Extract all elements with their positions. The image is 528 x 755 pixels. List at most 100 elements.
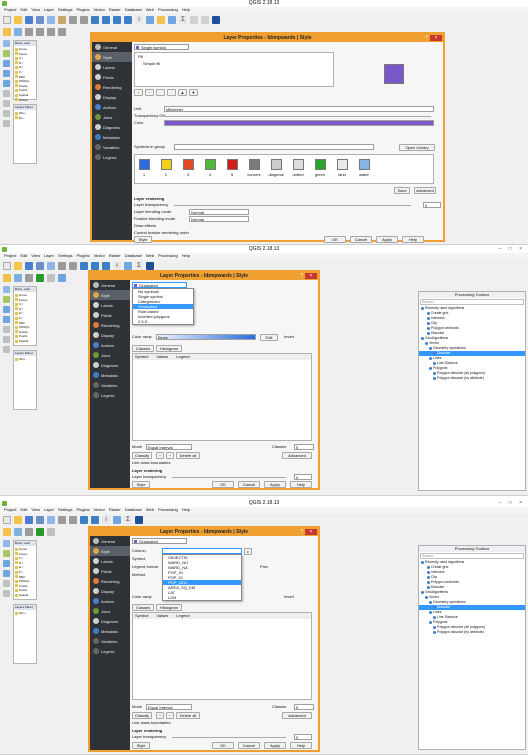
feature-blending-select[interactable]: Normal [189,216,249,222]
nav-diagrams[interactable]: Diagrams [90,616,130,626]
digitize-icon[interactable] [36,273,44,282]
menu-web[interactable]: Web [146,507,154,513]
help-button[interactable]: Help [290,481,312,488]
add-wcs-layer-icon[interactable] [2,100,10,107]
python-console-icon[interactable] [58,273,66,282]
menu-web[interactable]: Web [146,7,154,13]
nav-actions[interactable]: Actions [90,596,130,606]
nav-style[interactable]: Style [90,546,130,556]
draw-effects-checkbox[interactable]: Draw effects [134,223,441,229]
layer-blending-select[interactable]: Normal [189,209,249,215]
col-legend[interactable]: Legend [176,354,189,360]
menu-processing[interactable]: Processing [158,7,178,13]
apply-button[interactable]: Apply [264,742,286,749]
nav-rendering[interactable]: Rendering [90,320,130,330]
menu-layer[interactable]: Layer [44,7,54,13]
menu-settings[interactable]: Settings [58,253,72,259]
add-feature-icon[interactable] [25,273,33,282]
layer-item-second[interactable]: lbs... [15,116,35,121]
cancel-button[interactable]: Cancel [238,742,260,749]
nav-display[interactable]: Display [92,92,132,102]
menu-processing[interactable]: Processing [158,253,178,259]
zoom-layer-icon[interactable] [102,15,110,24]
tab-histogram[interactable]: Histogram [156,604,182,611]
menu-settings[interactable]: Settings [58,7,72,13]
sum-icon[interactable]: Σ [135,261,143,270]
nav-actions[interactable]: Actions [92,102,132,112]
renderer-select[interactable]: Graduated [132,538,187,544]
add-vector-layer-icon[interactable] [2,40,10,47]
add-raster-layer-icon[interactable] [2,296,10,303]
menu-database[interactable]: Database [125,507,142,513]
zoom-full-icon[interactable] [80,261,88,270]
browser-item-arcgis-feature[interactable]: ArcGe [15,98,35,103]
save-edits-icon[interactable] [14,527,22,536]
deselect-icon[interactable] [157,15,165,24]
expression-button[interactable]: ε [244,548,252,555]
zoom-out-icon[interactable] [69,515,77,524]
tab-histogram[interactable]: Histogram [156,345,182,352]
zoom-in-icon[interactable] [58,261,66,270]
nav-labels[interactable]: Labels [90,556,130,566]
zoom-in-icon[interactable] [69,15,77,24]
add-wms-layer-icon[interactable] [2,580,10,587]
renderer-option-25d[interactable]: 2.5 D [133,319,193,324]
delete-class-button[interactable]: − [166,712,174,719]
nav-labels[interactable]: Labels [92,62,132,72]
link-boundaries-checkbox[interactable]: Link class boundaries [132,460,316,466]
digitize-icon[interactable] [36,527,44,536]
delete-selected-icon[interactable] [58,27,66,36]
add-class-button[interactable]: + [156,452,164,459]
invert-checkbox[interactable]: Invert [284,334,294,340]
advanced-button[interactable]: Advanced [414,187,436,194]
col-symbol[interactable]: Symbol [135,613,148,619]
dialog-help-button[interactable]: ? [425,35,428,41]
col-symbol[interactable]: Symbol [135,354,148,360]
delete-class-button[interactable]: − [166,452,174,459]
layer-transparency-slider[interactable] [172,737,286,738]
nav-joins[interactable]: Joins [90,350,130,360]
style-menu-button[interactable]: Style [132,481,150,488]
map-tips-icon[interactable] [201,15,209,24]
add-delimited-text-icon[interactable] [2,346,10,353]
col-legend[interactable]: Legend [176,613,189,619]
nav-general[interactable]: General [90,536,130,546]
add-wfs-layer-icon[interactable] [2,110,10,117]
classes-spin[interactable]: 5 [294,444,314,450]
tree-fill[interactable]: Fill [135,53,333,60]
classify-button[interactable]: Classify [132,712,152,719]
menu-plugins[interactable]: Plugins [76,507,89,513]
col-values[interactable]: Values [156,354,168,360]
layer-transparency-spin[interactable]: 0 [423,202,441,208]
zoom-in-icon[interactable] [58,515,66,524]
add-postgis-layer-icon[interactable] [2,306,10,313]
label-tool-icon[interactable] [47,527,55,536]
tab-classes[interactable]: Classes [132,345,154,352]
add-postgis-layer-icon[interactable] [2,60,10,67]
identify-icon[interactable]: i [135,15,143,24]
toolbox-item-polygon-dissolve-attr[interactable]: Polygon dissolve (by attribute) [419,630,525,635]
menu-processing[interactable]: Processing [158,507,178,513]
print-composer-icon[interactable] [36,15,44,24]
menu-raster[interactable]: Raster [109,253,121,259]
nav-general[interactable]: General [90,280,130,290]
zoom-last-icon[interactable] [113,15,121,24]
identify-icon[interactable]: i [113,261,121,270]
open-project-icon[interactable] [14,15,22,24]
move-up-button[interactable]: ▲ [178,89,187,96]
ok-button[interactable]: OK [324,236,346,243]
add-spatialite-layer-icon[interactable] [2,316,10,323]
nav-labels[interactable]: Labels [90,300,130,310]
label-tool-icon[interactable] [47,273,55,282]
zoom-full-icon[interactable] [91,15,99,24]
layer-item-bbmpwards[interactable]: bbm... [15,357,35,362]
nav-general[interactable]: General [92,42,132,52]
nav-metadata[interactable]: Metadata [90,370,130,380]
add-wfs-layer-icon[interactable] [2,336,10,343]
help-icon[interactable] [212,15,220,24]
menu-edit[interactable]: Edit [20,253,27,259]
menu-layer[interactable]: Layer [44,253,54,259]
menu-help[interactable]: Help [182,7,190,13]
classes-spin[interactable]: 5 [294,704,314,710]
identify-icon[interactable]: i [102,515,110,524]
